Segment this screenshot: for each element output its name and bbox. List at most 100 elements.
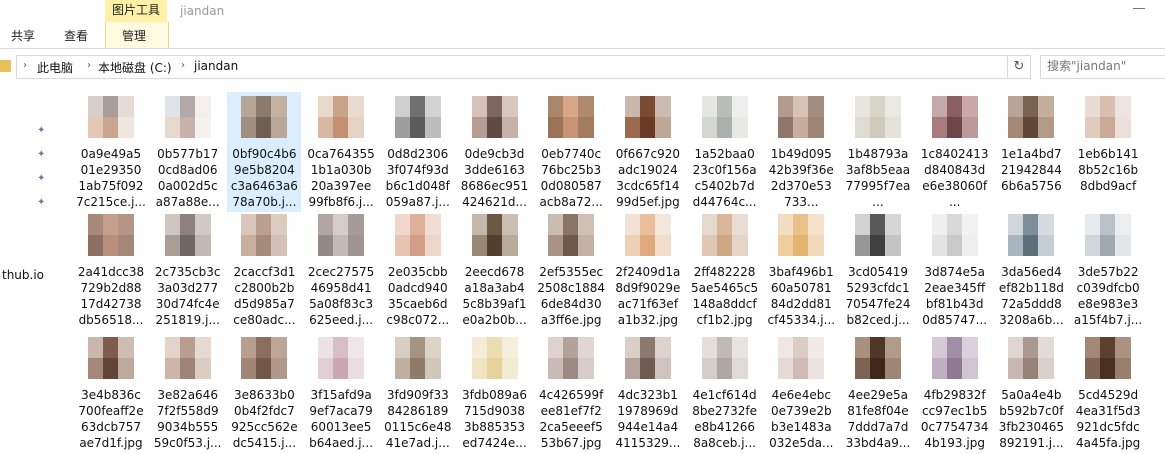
file-item[interactable]: 3f15afd9a 9ef7aca79 60013ee5 b64aed.j... xyxy=(304,333,378,454)
file-name: 1e1a4bd7 21942844 6b6a5756 xyxy=(1000,147,1062,193)
file-name: 3cd05419 5293cfdc1 70547fe24 b82ced.j... xyxy=(845,265,911,327)
file-item[interactable]: 0d8d2306 3f074f93d b6c1d048f 059a87.j... xyxy=(381,92,455,212)
file-item[interactable]: 0a9e49a5 01e29350 1ab75f092 7c215ce.j... xyxy=(74,92,148,212)
file-item[interactable]: 2e035cbb 0adcd940 35caeb6d c98c072... xyxy=(381,210,455,332)
image-thumbnail xyxy=(1085,337,1132,379)
file-name: 0a9e49a5 01e29350 1ab75f092 7c215ce.j... xyxy=(76,147,146,209)
file-item[interactable]: 3d874e5a 2eae345ff bf81b43d 0d85747... xyxy=(918,210,992,332)
image-thumbnail xyxy=(394,337,441,379)
file-name: 3d874e5a 2eae345ff bf81b43d 0d85747... xyxy=(922,265,988,327)
image-thumbnail xyxy=(701,96,748,138)
image-thumbnail xyxy=(164,337,211,379)
file-item[interactable]: 5cd4529d 4ea31f5d3 921dc5fdc 4a45fa.jpg xyxy=(1071,333,1145,454)
image-thumbnail xyxy=(624,96,671,138)
file-item[interactable]: 4fb29832f cc97ec1b5 0c7754734 4b193.jpg xyxy=(918,333,992,454)
file-item[interactable]: 3e4b836c 700feaff2e 63dcb757 ae7d1f.jpg xyxy=(74,333,148,454)
file-item[interactable]: 1b48793a 3af8b5eaa 77995f7ea ... xyxy=(841,92,915,212)
file-item[interactable]: 2eecd678 a18a3ab4 5c8b39af1 e0a2b0b... xyxy=(458,210,532,332)
file-item[interactable]: 4e6e4ebc 0e739e2b b3e1483a 032e5da... xyxy=(764,333,838,454)
image-thumbnail xyxy=(701,214,748,256)
file-item[interactable]: 1b49d095 42b39f36e 2d370e53 733... xyxy=(764,92,838,212)
file-item[interactable]: 2ff482228 5ae5465c5 148a8ddcf cf1b2.jpg xyxy=(688,210,762,332)
image-thumbnail xyxy=(164,214,211,256)
file-item[interactable]: 0eb7740c 76bc25b3 0d080587 acb8a72... xyxy=(534,92,608,212)
file-item[interactable]: 0f667c920 adc19024 3cdc65f14 99d5ef.jpg xyxy=(611,92,685,212)
file-grid: 0a9e49a5 01e29350 1ab75f092 7c215ce.j...… xyxy=(0,0,1165,454)
file-item[interactable]: 3e8633b0 0b4f2fdc7 925cc562e dc5415.j... xyxy=(227,333,301,454)
file-name: 4ee29e5a 81fe8f04e 7ddd7a7d 33bd4a9... xyxy=(845,388,911,450)
file-name: 2f2409d1a 8d9f9029e ac71f63ef a1b32.jpg xyxy=(615,265,681,327)
file-name: 2e035cbb 0adcd940 35caeb6d c98c072... xyxy=(386,265,450,327)
file-item[interactable]: 1a52baa0 23c0f156a c5402b7d d44764c... xyxy=(688,92,762,212)
file-item[interactable]: 0de9cb3d 3dde6163 8686ec951 424621d... xyxy=(458,92,532,212)
file-item[interactable]: 2cec27575 46958d41 5a08f83c3 625eed.j... xyxy=(304,210,378,332)
file-item[interactable]: 4dc323b1 1978969d 944e14a4 4115329... xyxy=(611,333,685,454)
file-name: 3e4b836c 700feaff2e 63dcb757 ae7d1f.jpg xyxy=(78,388,144,450)
file-item[interactable]: 2ef5355ec 2508c1884 6de84d30 a3ff6e.jpg xyxy=(534,210,608,332)
image-thumbnail xyxy=(241,214,288,256)
file-item[interactable]: 2c735cb3c 3a03d277 30d74fc4e 251819.j... xyxy=(151,210,225,332)
file-item[interactable]: 4c426599f ee81ef7f2 2ca5eeef5 53b67.jpg xyxy=(534,333,608,454)
file-name: 2c735cb3c 3a03d277 30d74fc4e 251819.j... xyxy=(154,265,221,327)
file-name: 1a52baa0 23c0f156a c5402b7d d44764c... xyxy=(692,147,757,209)
file-item[interactable]: 3e82a646 7f2f558d9 9034b555 59c0f53.j... xyxy=(151,333,225,454)
image-thumbnail xyxy=(1085,214,1132,256)
image-thumbnail xyxy=(318,214,365,256)
file-item[interactable]: 3fd909f33 84286189 0115c6e48 41e7ad.j... xyxy=(381,333,455,454)
file-name: 0f667c920 adc19024 3cdc65f14 99d5ef.jpg xyxy=(615,147,681,209)
file-name: 3e8633b0 0b4f2fdc7 925cc562e dc5415.j... xyxy=(231,388,298,450)
file-name: 4fb29832f cc97ec1b5 0c7754734 4b193.jpg xyxy=(920,388,989,450)
file-item[interactable]: 1e1a4bd7 21942844 6b6a5756 xyxy=(994,92,1068,212)
image-thumbnail xyxy=(931,214,978,256)
file-item[interactable]: 1eb6b141 8b52c16b 8dbd9acf xyxy=(1071,92,1145,212)
file-name: 0bf90c4b6 9e5b8204 c3a6463a6 78a70b.j... xyxy=(230,147,298,209)
file-item[interactable]: 3de57b22 c039dfcb0 e8e983e3 a15f4b7.j... xyxy=(1071,210,1145,332)
file-item[interactable]: 0bf90c4b6 9e5b8204 c3a6463a6 78a70b.j... xyxy=(227,92,302,212)
file-item[interactable]: 3da56ed4 ef82b118d 72a5ddd8 3208a6b... xyxy=(994,210,1068,332)
file-name: 0b577b17 0cd8ad06 0a002d5c a87a88e... xyxy=(155,147,220,209)
image-thumbnail xyxy=(88,214,134,256)
image-thumbnail xyxy=(471,214,518,256)
file-name: 1eb6b141 8b52c16b 8dbd9acf xyxy=(1077,147,1139,193)
file-name: 4dc323b1 1978969d 944e14a4 4115329... xyxy=(615,388,681,450)
file-name: 3fd909f33 84286189 0115c6e48 41e7ad.j... xyxy=(384,388,452,450)
image-thumbnail xyxy=(778,96,825,138)
file-item[interactable]: 2caccf3d1 c2800b2b d5d985a7 ce80adc... xyxy=(227,210,301,332)
file-item[interactable]: 5a0a4e4b b592b7c0f 3fb230465 892191.j... xyxy=(994,333,1068,454)
file-item[interactable]: 3baf496b1 60a50781 84d2dd81 cf45334.j... xyxy=(764,210,838,332)
file-name: 2cec27575 46958d41 5a08f83c3 625eed.j... xyxy=(307,265,375,327)
file-item[interactable]: 1c8402413 d840843d e6e38060f ... xyxy=(918,92,992,212)
image-thumbnail xyxy=(855,337,901,379)
file-name: 3da56ed4 ef82b118d 72a5ddd8 3208a6b... xyxy=(998,265,1064,327)
file-name: 1b49d095 42b39f36e 2d370e53 733... xyxy=(768,147,834,209)
file-item[interactable]: 2a41dcc38 729b2d88 17d42738 db56518... xyxy=(74,210,148,332)
image-thumbnail xyxy=(88,96,134,138)
file-name: 1c8402413 d840843d e6e38060f ... xyxy=(920,147,989,209)
file-name: 4e6e4ebc 0e739e2b b3e1483a 032e5da... xyxy=(769,388,834,450)
file-item[interactable]: 2f2409d1a 8d9f9029e ac71f63ef a1b32.jpg xyxy=(611,210,685,332)
file-name: 5cd4529d 4ea31f5d3 921dc5fdc 4a45fa.jpg xyxy=(1075,388,1141,450)
file-name: 2eecd678 a18a3ab4 5c8b39af1 e0a2b0b... xyxy=(462,265,527,327)
image-thumbnail xyxy=(318,337,365,379)
image-thumbnail xyxy=(241,96,288,138)
image-thumbnail xyxy=(624,214,671,256)
image-thumbnail xyxy=(471,96,518,138)
file-item[interactable]: 0b577b17 0cd8ad06 0a002d5c a87a88e... xyxy=(151,92,225,212)
image-thumbnail xyxy=(1008,337,1055,379)
file-item[interactable]: 3fdb089a6 715d9038 3b885353 ed7424e... xyxy=(458,333,532,454)
file-item[interactable]: 0ca764355 1b1a030b 20a397ee 99fb8f6.j... xyxy=(304,92,378,212)
file-name: 3fdb089a6 715d9038 3b885353 ed7424e... xyxy=(462,388,527,450)
file-item[interactable]: 3cd05419 5293cfdc1 70547fe24 b82ced.j... xyxy=(841,210,915,332)
image-thumbnail xyxy=(548,214,595,256)
image-thumbnail xyxy=(1008,96,1055,138)
image-thumbnail xyxy=(1085,96,1132,138)
image-thumbnail xyxy=(778,214,825,256)
file-name: 2a41dcc38 729b2d88 17d42738 db56518... xyxy=(77,265,145,327)
file-name: 0ca764355 1b1a030b 20a397ee 99fb8f6.j... xyxy=(307,147,375,209)
file-name: 4e1cf614d 8be2732fe e8b41266 8a8ceb.j... xyxy=(692,388,757,450)
image-thumbnail xyxy=(394,214,441,256)
image-thumbnail xyxy=(855,214,901,256)
image-thumbnail xyxy=(164,96,211,138)
file-item[interactable]: 4e1cf614d 8be2732fe e8b41266 8a8ceb.j... xyxy=(688,333,762,454)
file-item[interactable]: 4ee29e5a 81fe8f04e 7ddd7a7d 33bd4a9... xyxy=(841,333,915,454)
